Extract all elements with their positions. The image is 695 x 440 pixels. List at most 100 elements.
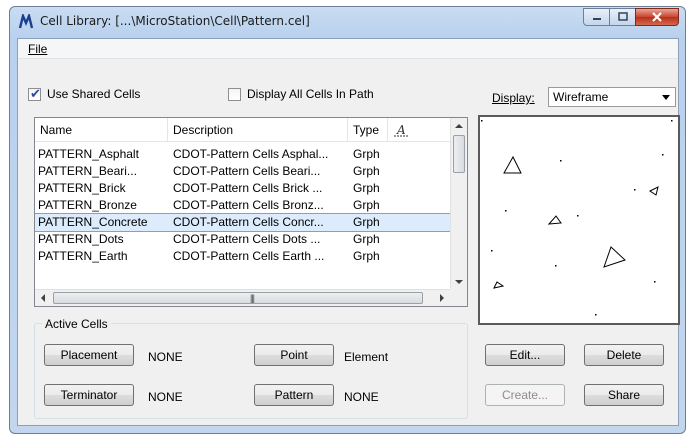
preview-triangle (649, 186, 659, 196)
minimize-button[interactable] (583, 8, 609, 26)
preview-triangle (503, 155, 522, 174)
cell-type: Grph (353, 181, 380, 195)
scroll-up-icon[interactable] (455, 124, 463, 128)
use-shared-cells-checkbox[interactable]: ✔ Use Shared Cells (28, 85, 141, 101)
table-row[interactable]: PATTERN_Brick CDOT-Pattern Cells Brick ..… (35, 180, 450, 197)
edit-button-label: Edit... (509, 348, 541, 362)
maximize-icon (617, 12, 628, 21)
cell-name: PATTERN_Dots (38, 232, 124, 246)
pattern-button[interactable]: Pattern (254, 384, 334, 406)
placement-button-label: Placement (60, 348, 118, 362)
cell-name: PATTERN_Concrete (38, 215, 148, 229)
menu-file[interactable]: File (28, 42, 47, 56)
pattern-button-label: Pattern (274, 388, 314, 402)
display-all-cells-checkbox[interactable]: Display All Cells In Path (228, 87, 374, 101)
menu-bar: File (18, 39, 678, 59)
list-rows: PATTERN_Asphalt CDOT-Pattern Cells Asphal… (35, 146, 451, 265)
scroll-corner (450, 289, 467, 306)
display-all-cells-check[interactable] (228, 87, 241, 101)
table-row[interactable]: PATTERN_Bronze CDOT-Pattern Cells Bronz..… (35, 197, 450, 214)
preview-triangle (603, 246, 626, 268)
pattern-value: NONE (344, 390, 379, 404)
display-mode-select[interactable]: Wireframe (548, 87, 676, 107)
active-cells-title: Active Cells (42, 317, 111, 331)
svg-text:A: A (396, 123, 406, 137)
terminator-button-label: Terminator (60, 388, 118, 402)
edit-button[interactable]: Edit... (485, 344, 565, 366)
point-value: Element (344, 350, 389, 364)
preview-triangle (493, 281, 505, 289)
table-row[interactable]: PATTERN_Beari... CDOT-Pattern Cells Beari… (35, 163, 450, 180)
placement-button[interactable]: Placement (44, 344, 134, 366)
scroll-right-icon[interactable] (440, 294, 444, 302)
preview-triangle (547, 215, 562, 225)
table-row[interactable]: PATTERN_Concrete CDOT-Pattern Cells Concr… (35, 213, 451, 232)
close-button[interactable] (635, 8, 679, 26)
column-header-name[interactable]: Name (35, 118, 168, 142)
cell-name: PATTERN_Beari... (38, 164, 137, 178)
cell-preview (478, 115, 680, 325)
dialog-client-area: File ✔ Use Shared Cells Display All Cell… (17, 38, 680, 426)
checkmark-icon: ✔ (30, 85, 41, 101)
table-row[interactable]: PATTERN_Dots CDOT-Pattern Cells Dots ... G… (35, 231, 450, 248)
cell-description: CDOT-Pattern Cells Asphal... (173, 147, 329, 161)
column-header-font[interactable]: A (388, 118, 438, 142)
dropdown-arrow-icon (662, 95, 670, 100)
microstation-icon (18, 14, 34, 29)
cell-name: PATTERN_Brick (38, 181, 126, 195)
preview-canvas (481, 120, 673, 316)
cell-list[interactable]: Name Description Type A PATTERN_Asphalt C… (34, 117, 468, 307)
cell-description: CDOT-Pattern Cells Bronz... (173, 198, 324, 212)
create-button-label: Create... (501, 388, 549, 402)
share-button[interactable]: Share (584, 384, 664, 406)
title-bar[interactable]: Cell Library: [...\MicroStation\Cell\Pat… (10, 7, 685, 37)
window-controls (583, 8, 679, 26)
table-row[interactable]: PATTERN_Earth CDOT-Pattern Cells Earth ..… (35, 248, 450, 265)
maximize-button[interactable] (609, 8, 635, 26)
display-all-cells-label: Display All Cells In Path (247, 87, 374, 101)
cell-type: Grph (353, 215, 380, 229)
cell-type: Grph (353, 249, 380, 263)
point-button-label: Point (280, 348, 308, 362)
scroll-down-icon[interactable] (455, 280, 463, 284)
create-button[interactable]: Create... (485, 384, 565, 406)
list-header: Name Description Type A (35, 118, 450, 142)
display-label: Display: (492, 91, 535, 105)
cell-name: PATTERN_Asphalt (38, 147, 139, 161)
cell-type: Grph (353, 198, 380, 212)
delete-button[interactable]: Delete (584, 344, 664, 366)
cell-description: CDOT-Pattern Cells Beari... (173, 164, 321, 178)
terminator-value: NONE (148, 390, 183, 404)
delete-button-label: Delete (606, 348, 642, 362)
vertical-scroll-thumb[interactable] (453, 135, 465, 173)
vertical-scrollbar[interactable] (450, 118, 467, 290)
column-header-type[interactable]: Type (348, 118, 388, 142)
horizontal-scroll-thumb[interactable]: ||| (53, 292, 423, 304)
use-shared-cells-check[interactable]: ✔ (28, 85, 41, 101)
terminator-button[interactable]: Terminator (44, 384, 134, 406)
font-a-icon: A (394, 123, 408, 137)
table-row[interactable]: PATTERN_Asphalt CDOT-Pattern Cells Asphal… (35, 146, 450, 163)
column-header-description[interactable]: Description (168, 118, 348, 142)
cell-type: Grph (353, 164, 380, 178)
cell-description: CDOT-Pattern Cells Brick ... (173, 181, 323, 195)
window-title: Cell Library: [...\MicroStation\Cell\Pat… (40, 14, 310, 28)
cell-description: CDOT-Pattern Cells Concr... (173, 215, 324, 229)
cell-name: PATTERN_Earth (38, 249, 128, 263)
share-button-label: Share (607, 388, 641, 402)
cell-type: Grph (353, 232, 380, 246)
point-button[interactable]: Point (254, 344, 334, 366)
horizontal-scrollbar[interactable]: ||| (35, 289, 450, 306)
grip-icon: ||| (250, 293, 255, 303)
use-shared-cells-label: Use Shared Cells (47, 87, 141, 101)
cell-description: CDOT-Pattern Cells Dots ... (173, 232, 321, 246)
cell-type: Grph (353, 147, 380, 161)
scroll-left-icon[interactable] (41, 294, 45, 302)
cell-library-window: Cell Library: [...\MicroStation\Cell\Pat… (9, 6, 686, 434)
minimize-icon (592, 18, 601, 20)
display-mode-value: Wireframe (553, 90, 609, 104)
cell-name: PATTERN_Bronze (38, 198, 137, 212)
placement-value: NONE (148, 350, 183, 364)
close-icon (652, 12, 662, 22)
cell-description: CDOT-Pattern Cells Earth ... (173, 249, 325, 263)
